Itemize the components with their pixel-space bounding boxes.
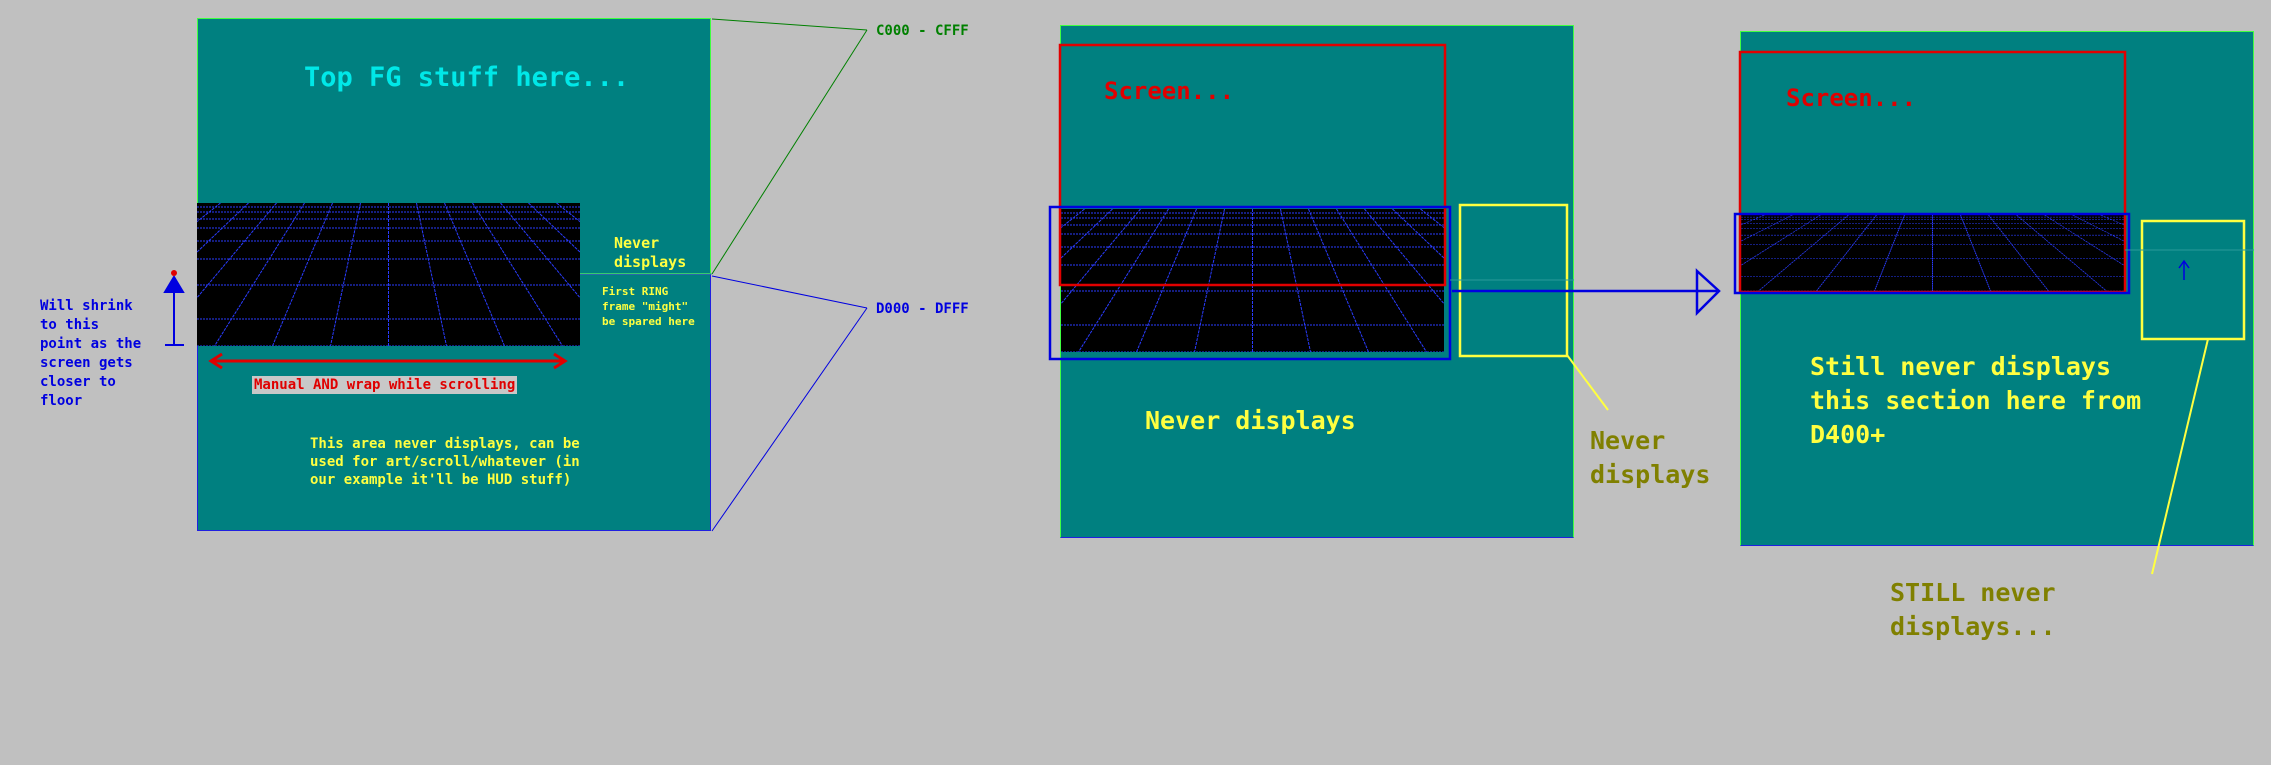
pointer-line-3: [2151, 338, 2209, 575]
screen-box-3: [1738, 50, 2127, 294]
floor-box-2: [1048, 205, 1452, 361]
small-up-arrow-icon: [2178, 259, 2190, 280]
yellow-box-3: [2140, 219, 2246, 341]
connector-line-upper-top: [711, 18, 868, 31]
double-arrow-icon: [208, 352, 568, 370]
screen-box-2: [1058, 43, 1447, 287]
connector-line-lower-top: [711, 275, 868, 309]
up-arrow-icon: [163, 275, 185, 346]
diagram-overlay: [163, 18, 2254, 575]
pointer-line-2: [1566, 354, 1609, 411]
connector-line-lower-bottom: [711, 307, 868, 532]
connector-line-upper-bottom: [711, 29, 868, 275]
floor-box-3: [1733, 212, 2131, 295]
right-arrow-icon: [1452, 268, 1721, 317]
red-dot-marker: [171, 270, 177, 276]
